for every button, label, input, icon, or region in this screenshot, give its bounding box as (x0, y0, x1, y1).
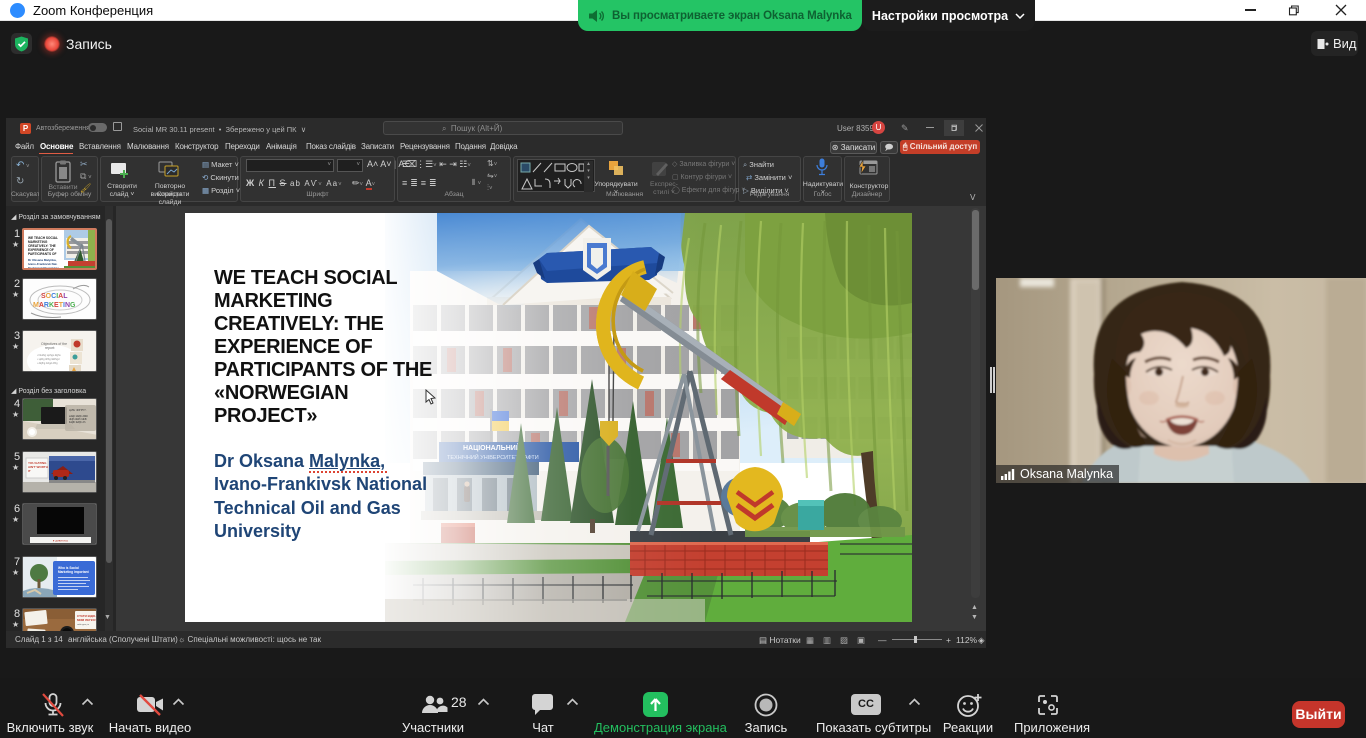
svg-text:Marketing important: Marketing important (58, 570, 90, 574)
svg-text:report:: report: (45, 346, 55, 350)
svg-text:AIN'T WORTH: AIN'T WORTH (28, 465, 48, 469)
svg-text:• sjdhg ldfhg ldkfhgd: • sjdhg ldfhg ldkfhgd (37, 358, 60, 361)
svg-text:• dkjfhg lshgd dfhg: • dkjfhg lshgd dfhg (37, 362, 58, 365)
svg-text:PARTICIPANTS OF: PARTICIPANTS OF (28, 252, 56, 256)
svg-text:▸ дивитись: ▸ дивитись (53, 539, 69, 543)
svg-text:MARKETING: MARKETING (33, 302, 76, 309)
svg-text:• hludhg sjohgs dlghs: • hludhg sjohgs dlghs (37, 354, 61, 357)
svg-text:IT: IT (28, 469, 31, 473)
svg-text:ЦІЛЬ ЧИГРУ?..: ЦІЛЬ ЧИГРУ?.. (69, 408, 87, 412)
svg-text:lkdjfh lkdfjh dh: lkdjfh lkdfjh dh (69, 420, 86, 424)
svg-text:лкйх длкفх: лкйх длкفх (77, 623, 90, 626)
svg-text:SOCIAL: SOCIAL (41, 293, 68, 300)
svg-text:Technical Oil and Gas: Technical Oil and Gas (28, 266, 59, 270)
svg-text:МИМ ЛЕГКО?!: МИМ ЛЕГКО?! (77, 618, 97, 622)
